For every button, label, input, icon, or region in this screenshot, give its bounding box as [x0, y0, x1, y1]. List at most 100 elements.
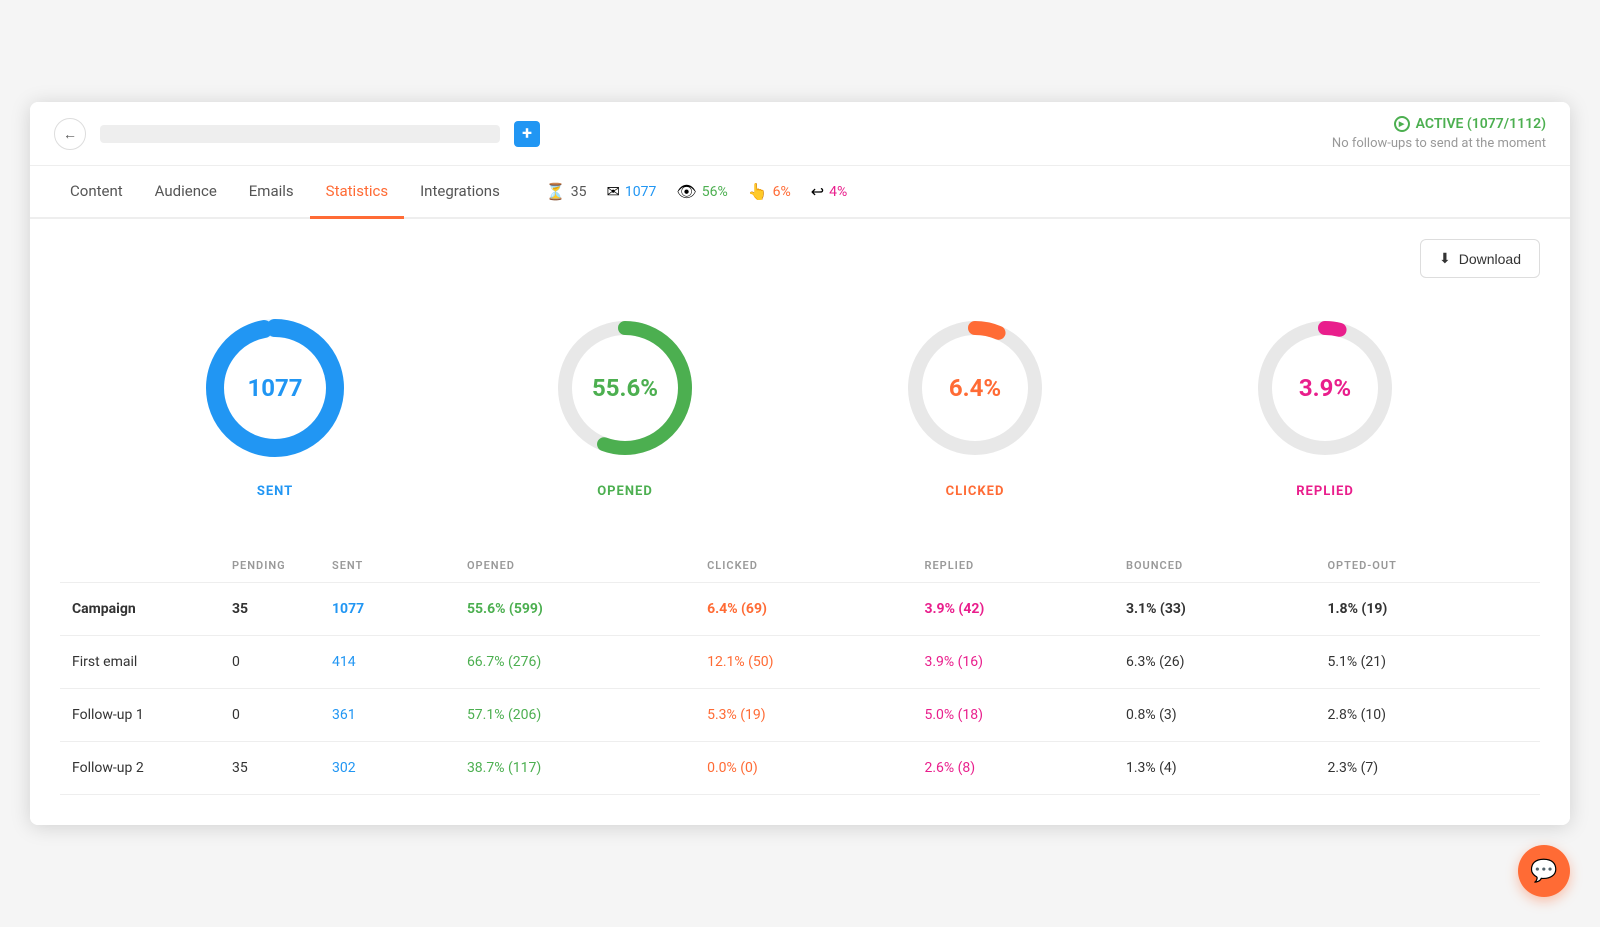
stat-clicked: 👆 6% [748, 182, 791, 201]
pending-icon: ⏳ [546, 182, 566, 201]
col-bounced: BOUNCED [1114, 549, 1316, 583]
col-sent: SENT [320, 549, 455, 583]
opened-value: 56% [702, 184, 728, 200]
opened-icon: 👁 [676, 182, 696, 201]
tab-audience[interactable]: Audience [139, 166, 233, 219]
top-bar: ← + ACTIVE (1077/1112) No follow-ups to … [30, 102, 1570, 166]
row-sent: 414 [320, 636, 455, 689]
clicked-label: CLICKED [946, 484, 1005, 499]
sent-label: SENT [257, 484, 293, 499]
row-replied: 3.9% (16) [912, 636, 1114, 689]
sent-center-value: 1077 [247, 374, 302, 402]
active-text: ACTIVE (1077/1112) [1416, 116, 1546, 132]
row-replied: 2.6% (8) [912, 742, 1114, 795]
col-clicked: CLICKED [695, 549, 912, 583]
no-followup-text: No follow-ups to send at the moment [1332, 136, 1546, 151]
col-pending: PENDING [220, 549, 320, 583]
tab-emails[interactable]: Emails [233, 166, 310, 219]
col-opened: OPENED [455, 549, 695, 583]
sent-value: 1077 [625, 184, 656, 200]
donut-opened: 55.6% [545, 308, 705, 468]
table-row: Follow-up 1 0 361 57.1% (206) 5.3% (19) … [60, 689, 1540, 742]
row-name: Follow-up 1 [60, 689, 220, 742]
row-replied: 5.0% (18) [912, 689, 1114, 742]
top-bar-left: ← + [54, 118, 540, 150]
row-replied: 3.9% (42) [912, 583, 1114, 636]
opened-center-value: 55.6% [592, 374, 658, 402]
row-opted-out: 2.8% (10) [1315, 689, 1540, 742]
table-row: Campaign 35 1077 55.6% (599) 6.4% (69) 3… [60, 583, 1540, 636]
top-bar-right: ACTIVE (1077/1112) No follow-ups to send… [1332, 116, 1546, 151]
row-clicked: 5.3% (19) [695, 689, 912, 742]
tab-statistics[interactable]: Statistics [310, 166, 404, 219]
download-label: Download [1459, 251, 1521, 267]
row-name: First email [60, 636, 220, 689]
col-name [60, 549, 220, 583]
row-sent: 1077 [320, 583, 455, 636]
donut-sent: 1077 [195, 308, 355, 468]
main-content: ⬇ Download 1077 SENT [30, 219, 1570, 825]
row-opted-out: 5.1% (21) [1315, 636, 1540, 689]
stat-opened: 👁 56% [676, 182, 727, 201]
tab-content[interactable]: Content [54, 166, 139, 219]
row-name: Campaign [60, 583, 220, 636]
clicked-center-value: 6.4% [949, 374, 1001, 402]
row-opened: 38.7% (117) [455, 742, 695, 795]
chat-fab-button[interactable]: 💬 [1518, 845, 1570, 897]
row-pending: 0 [220, 636, 320, 689]
breadcrumb [100, 125, 500, 143]
row-clicked: 12.1% (50) [695, 636, 912, 689]
chart-sent: 1077 SENT [195, 308, 355, 499]
row-pending: 35 [220, 742, 320, 795]
row-sent: 361 [320, 689, 455, 742]
donut-replied: 3.9% [1245, 308, 1405, 468]
row-name: Follow-up 2 [60, 742, 220, 795]
row-opted-out: 2.3% (7) [1315, 742, 1540, 795]
row-clicked: 6.4% (69) [695, 583, 912, 636]
stat-replied: ↩ 4% [811, 182, 848, 201]
table-row: First email 0 414 66.7% (276) 12.1% (50)… [60, 636, 1540, 689]
col-opted-out: OPTED-OUT [1315, 549, 1540, 583]
replied-value: 4% [829, 184, 847, 200]
row-opened: 55.6% (599) [455, 583, 695, 636]
nav-tabs: Content Audience Emails Statistics Integ… [30, 166, 1570, 219]
replied-label: REPLIED [1296, 484, 1354, 499]
download-icon: ⬇ [1439, 250, 1451, 267]
table-row: Follow-up 2 35 302 38.7% (117) 0.0% (0) … [60, 742, 1540, 795]
row-bounced: 3.1% (33) [1114, 583, 1316, 636]
tab-integrations[interactable]: Integrations [404, 166, 516, 219]
chart-replied: 3.9% REPLIED [1245, 308, 1405, 499]
col-replied: REPLIED [912, 549, 1114, 583]
add-button[interactable]: + [514, 121, 540, 147]
replied-center-value: 3.9% [1299, 374, 1351, 402]
active-status: ACTIVE (1077/1112) [1332, 116, 1546, 132]
clicked-icon: 👆 [748, 182, 768, 201]
pending-value: 35 [571, 184, 587, 200]
row-pending: 35 [220, 583, 320, 636]
replied-icon: ↩ [811, 182, 824, 201]
row-bounced: 1.3% (4) [1114, 742, 1316, 795]
back-button[interactable]: ← [54, 118, 86, 150]
sent-icon: ✉ [607, 182, 620, 201]
nav-stats: ⏳ 35 ✉ 1077 👁 56% 👆 6% ↩ 4% [546, 182, 847, 201]
row-bounced: 0.8% (3) [1114, 689, 1316, 742]
row-sent: 302 [320, 742, 455, 795]
row-opened: 57.1% (206) [455, 689, 695, 742]
row-opened: 66.7% (276) [455, 636, 695, 689]
chart-opened: 55.6% OPENED [545, 308, 705, 499]
chat-icon: 💬 [1530, 859, 1557, 884]
row-pending: 0 [220, 689, 320, 742]
stat-sent: ✉ 1077 [607, 182, 657, 201]
stats-table: PENDING SENT OPENED CLICKED REPLIED BOUN… [60, 549, 1540, 795]
chart-clicked: 6.4% CLICKED [895, 308, 1055, 499]
clicked-value: 6% [773, 184, 791, 200]
opened-label: OPENED [597, 484, 653, 499]
donut-clicked: 6.4% [895, 308, 1055, 468]
row-opted-out: 1.8% (19) [1315, 583, 1540, 636]
main-window: ← + ACTIVE (1077/1112) No follow-ups to … [30, 102, 1570, 825]
row-clicked: 0.0% (0) [695, 742, 912, 795]
download-row: ⬇ Download [60, 239, 1540, 278]
row-bounced: 6.3% (26) [1114, 636, 1316, 689]
download-button[interactable]: ⬇ Download [1420, 239, 1540, 278]
active-dot-icon [1394, 116, 1410, 132]
